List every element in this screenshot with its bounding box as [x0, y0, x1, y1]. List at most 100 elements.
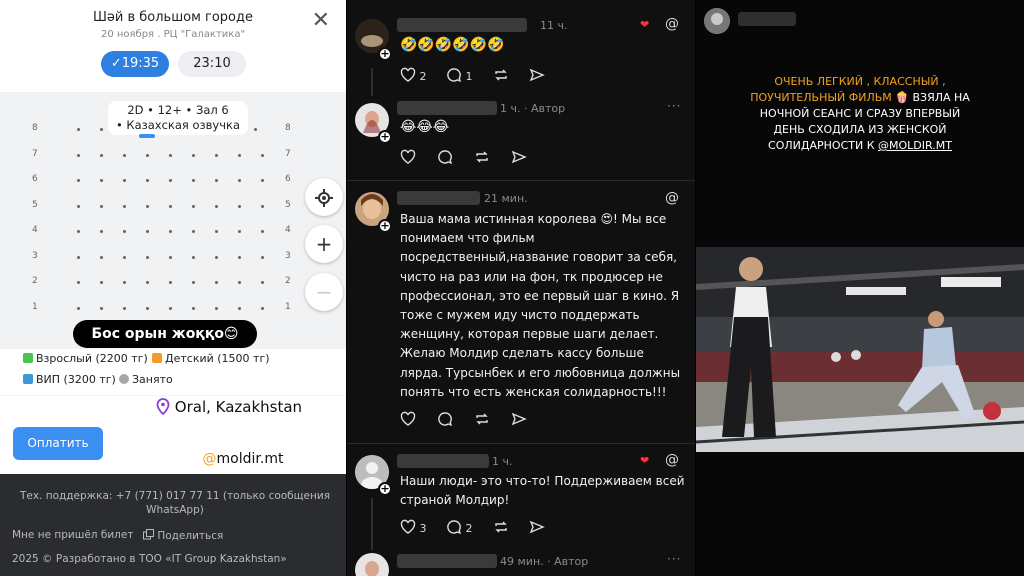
seat[interactable] [100, 128, 103, 131]
seat[interactable] [100, 204, 103, 208]
seat[interactable] [123, 230, 126, 233]
follow-plus-icon[interactable]: + [378, 219, 392, 233]
follow-plus-icon[interactable]: + [378, 130, 392, 144]
threads-icon[interactable]: @ [665, 190, 679, 206]
threads-icon[interactable]: @ [665, 16, 679, 32]
locate-icon[interactable] [305, 178, 343, 216]
seat[interactable] [100, 153, 103, 157]
seat[interactable] [261, 153, 264, 157]
seat[interactable] [238, 204, 241, 208]
seat[interactable] [238, 179, 241, 182]
seat[interactable] [77, 230, 80, 233]
caption-mention[interactable]: @moldir.mt [878, 139, 952, 152]
seat[interactable] [77, 306, 80, 310]
avatar[interactable] [704, 8, 730, 34]
showtime-button-selected[interactable]: ✓19:35 [101, 51, 169, 77]
more-options-icon[interactable]: ··· [667, 99, 681, 113]
seat[interactable] [261, 255, 264, 259]
seat[interactable] [238, 153, 241, 157]
repost-icon[interactable] [474, 411, 490, 427]
seat[interactable] [100, 281, 103, 284]
seat[interactable] [215, 255, 218, 259]
like-button[interactable] [400, 149, 416, 165]
seat[interactable] [77, 128, 80, 131]
share-link[interactable]: Поделиться [143, 529, 223, 542]
share-icon[interactable] [529, 67, 545, 83]
like-button[interactable]: 3 [400, 519, 427, 535]
avatar[interactable] [355, 553, 389, 576]
seat[interactable] [215, 153, 218, 157]
seat[interactable] [123, 204, 126, 208]
seat[interactable] [100, 230, 103, 233]
seat[interactable] [100, 179, 103, 182]
threads-icon[interactable]: @ [665, 452, 679, 468]
more-options-icon[interactable]: ··· [667, 552, 681, 566]
seat[interactable] [77, 179, 80, 182]
zoom-out-icon[interactable]: − [305, 273, 343, 311]
seat[interactable] [192, 255, 195, 259]
seat[interactable] [169, 255, 172, 259]
like-button[interactable] [400, 411, 416, 427]
seat[interactable] [169, 179, 172, 182]
seat[interactable] [123, 153, 126, 157]
seat[interactable] [215, 204, 218, 208]
support-text[interactable]: Тех. поддержка: +7 (771) 017 77 11 (толь… [14, 489, 336, 517]
follow-plus-icon[interactable]: + [378, 47, 392, 61]
seat[interactable] [77, 153, 80, 157]
seat[interactable] [77, 255, 80, 259]
seat[interactable] [238, 255, 241, 259]
seat[interactable] [169, 281, 172, 284]
username-redacted[interactable] [738, 12, 796, 26]
seat[interactable] [192, 179, 195, 182]
share-icon[interactable] [511, 149, 527, 165]
seat[interactable] [146, 153, 149, 157]
repost-icon[interactable] [474, 149, 490, 165]
seat[interactable] [192, 153, 195, 157]
seat[interactable] [123, 306, 126, 310]
seat[interactable] [77, 204, 80, 208]
seat[interactable] [169, 306, 172, 310]
seat[interactable] [215, 230, 218, 233]
share-icon[interactable] [529, 519, 545, 535]
seat[interactable] [77, 281, 80, 284]
seat[interactable] [169, 204, 172, 208]
seat[interactable] [100, 255, 103, 259]
seat[interactable] [261, 306, 264, 310]
seat[interactable] [192, 281, 195, 284]
seat[interactable] [146, 306, 149, 310]
zoom-in-icon[interactable]: + [305, 225, 343, 263]
seat[interactable] [215, 306, 218, 310]
reply-button[interactable] [437, 149, 453, 165]
seat[interactable] [146, 230, 149, 233]
repost-icon[interactable] [493, 519, 509, 535]
seat[interactable] [238, 306, 241, 310]
reply-button[interactable] [437, 411, 453, 427]
seat[interactable] [169, 230, 172, 233]
seat[interactable] [215, 281, 218, 284]
follow-plus-icon[interactable]: + [378, 482, 392, 496]
username-redacted[interactable] [397, 18, 527, 32]
seat[interactable] [123, 179, 126, 182]
seat[interactable] [146, 255, 149, 259]
seat[interactable] [261, 204, 264, 208]
username-redacted[interactable] [397, 454, 489, 468]
seat[interactable] [192, 306, 195, 310]
seat[interactable] [146, 281, 149, 284]
seat[interactable] [254, 128, 257, 131]
close-icon[interactable]: ✕ [312, 10, 330, 32]
pay-button[interactable]: Оплатить [13, 427, 103, 460]
seat[interactable] [238, 230, 241, 233]
seat[interactable] [261, 230, 264, 233]
ticket-not-received-link[interactable]: Мне не пришёл билет [12, 529, 133, 541]
seat[interactable] [238, 281, 241, 284]
repost-icon[interactable] [493, 67, 509, 83]
seat[interactable] [146, 179, 149, 182]
seat[interactable] [215, 179, 218, 182]
username-redacted[interactable] [397, 101, 497, 115]
seat[interactable] [192, 204, 195, 208]
showtime-button[interactable]: 23:10 [178, 51, 246, 77]
username-redacted[interactable] [397, 191, 480, 205]
seat[interactable] [192, 230, 195, 233]
like-button[interactable]: 2 [400, 67, 427, 83]
share-icon[interactable] [511, 411, 527, 427]
